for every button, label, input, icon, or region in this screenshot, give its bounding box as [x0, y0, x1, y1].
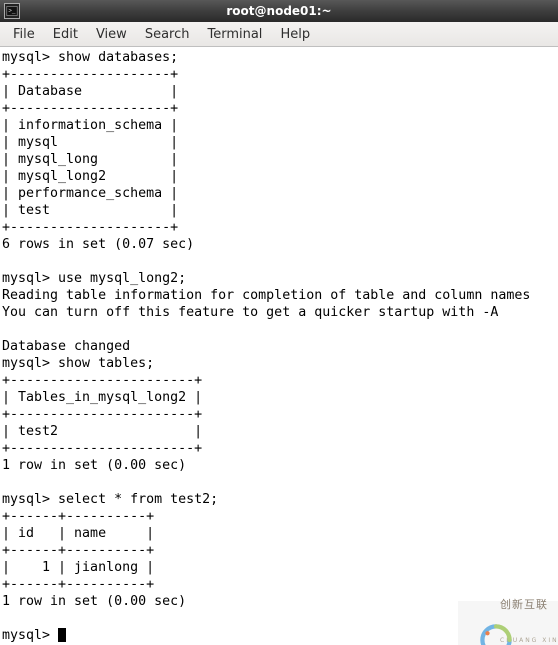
terminal-icon: >_ — [4, 3, 20, 19]
window-title: root@node01:~ — [0, 4, 558, 18]
terminal-line: | test2 | — [2, 424, 202, 439]
terminal-line: | information_schema | — [2, 118, 178, 133]
terminal-line: 1 row in set (0.00 sec) — [2, 594, 186, 609]
cursor — [58, 628, 66, 642]
terminal-line: +------+----------+ — [2, 543, 154, 558]
terminal-prompt: mysql> — [2, 628, 58, 643]
terminal-line: +-----------------------+ — [2, 407, 202, 422]
terminal-line: +-----------------------+ — [2, 441, 202, 456]
menu-view[interactable]: View — [87, 25, 136, 44]
terminal-line: 6 rows in set (0.07 sec) — [2, 237, 194, 252]
menu-help[interactable]: Help — [271, 25, 319, 44]
terminal-line: | id | name | — [2, 526, 154, 541]
menu-search[interactable]: Search — [136, 25, 199, 44]
terminal-line: mysql> show tables; — [2, 356, 154, 371]
watermark: 创新互联 CHUANG XIN HU LIAN — [458, 601, 558, 645]
terminal-line: | mysql_long | — [2, 152, 178, 167]
terminal-line: | test | — [2, 203, 178, 218]
terminal-line: +--------------------+ — [2, 67, 178, 82]
terminal-line: | performance_schema | — [2, 186, 178, 201]
terminal-line: | mysql_long2 | — [2, 169, 178, 184]
watermark-main: 创新互联 — [500, 599, 558, 611]
terminal-line: | 1 | jianlong | — [2, 560, 154, 575]
terminal-line: | mysql | — [2, 135, 178, 150]
terminal-line: +--------------------+ — [2, 101, 178, 116]
svg-text:>_: >_ — [8, 8, 16, 15]
terminal-area[interactable]: mysql> show databases; +----------------… — [0, 47, 558, 645]
terminal-line: mysql> select * from test2; — [2, 492, 218, 507]
terminal-line: +------+----------+ — [2, 509, 154, 524]
menu-file[interactable]: File — [4, 25, 44, 44]
terminal-line: | Database | — [2, 84, 178, 99]
menubar: File Edit View Search Terminal Help — [0, 22, 558, 47]
watermark-logo-icon — [462, 606, 496, 640]
terminal-line: mysql> use mysql_long2; — [2, 271, 186, 286]
terminal-line: +------+----------+ — [2, 577, 154, 592]
terminal-line: mysql> show databases; — [2, 50, 178, 65]
window-titlebar: >_ root@node01:~ — [0, 0, 558, 22]
terminal-line: 1 row in set (0.00 sec) — [2, 458, 186, 473]
terminal-line: You can turn off this feature to get a q… — [2, 305, 498, 320]
terminal-line: Reading table information for completion… — [2, 288, 530, 303]
menu-edit[interactable]: Edit — [44, 25, 87, 44]
terminal-line: +-----------------------+ — [2, 373, 202, 388]
terminal-line: +--------------------+ — [2, 220, 178, 235]
terminal-line: Database changed — [2, 339, 130, 354]
menu-terminal[interactable]: Terminal — [198, 25, 271, 44]
terminal-line: | Tables_in_mysql_long2 | — [2, 390, 202, 405]
